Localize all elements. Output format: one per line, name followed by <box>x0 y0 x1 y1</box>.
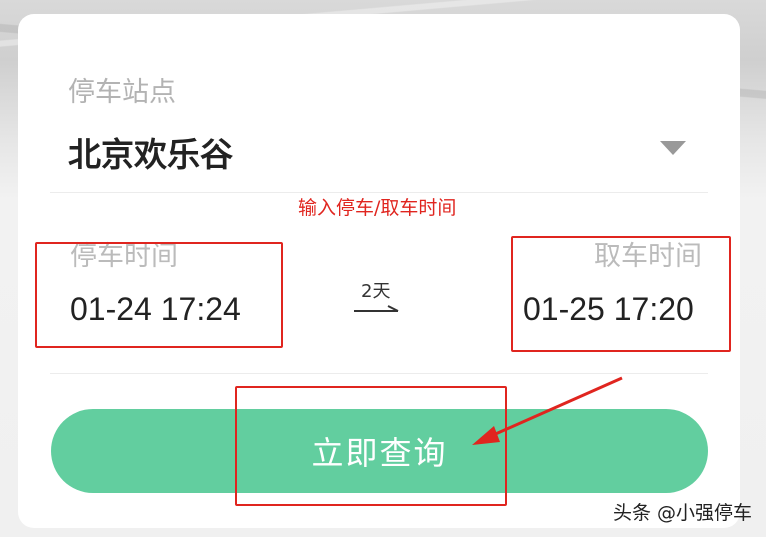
annotation-arrow-icon <box>472 376 623 445</box>
watermark: 头条 @小强停车 <box>612 502 752 524</box>
